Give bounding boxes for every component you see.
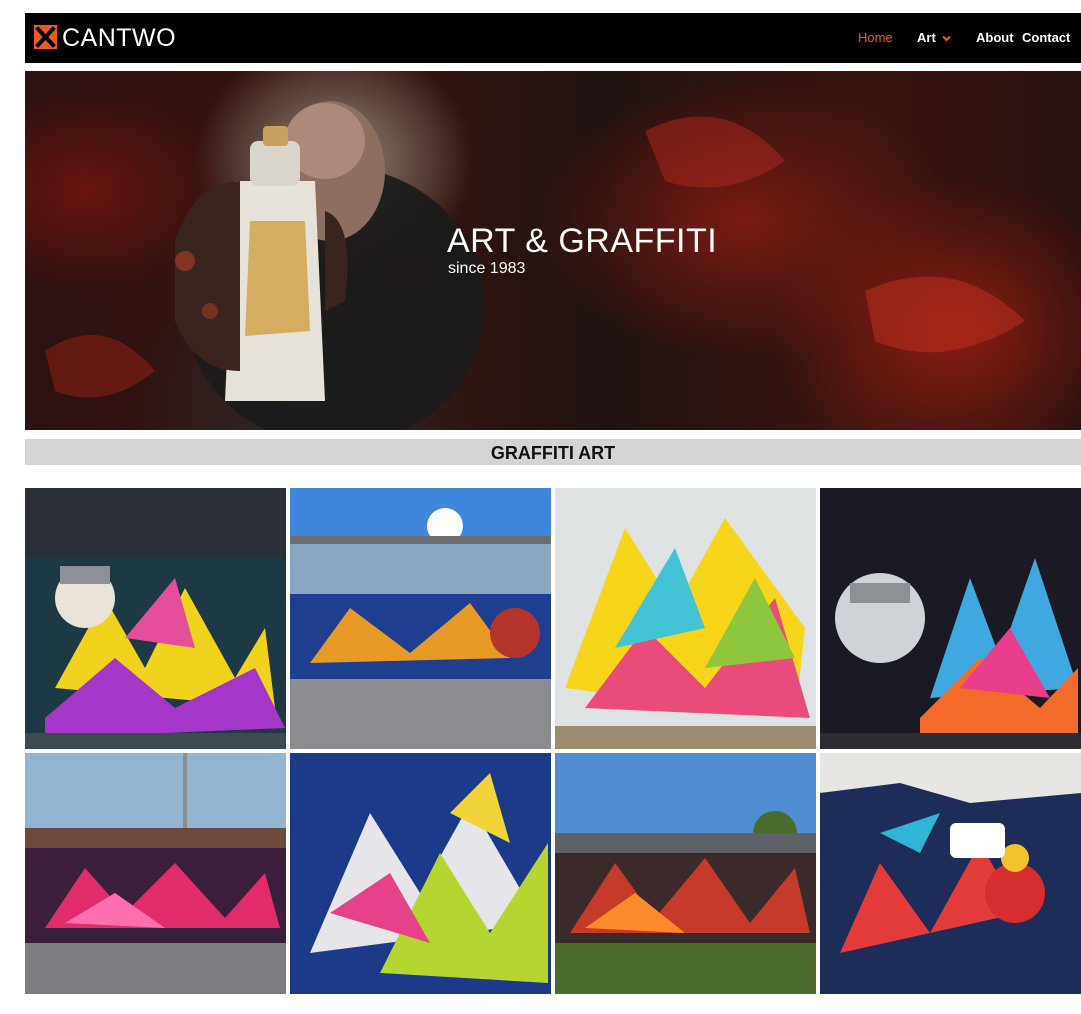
- graffiti-image: [555, 488, 816, 749]
- graffiti-image: [25, 753, 286, 994]
- nav-item-art[interactable]: Art: [917, 27, 951, 49]
- gallery-tile-1[interactable]: [25, 488, 286, 749]
- nav-item-about[interactable]: About: [976, 27, 1014, 49]
- graffiti-image: [25, 488, 286, 749]
- section-header: GRAFFITI ART: [25, 439, 1081, 465]
- nav-item-art-label: Art: [917, 30, 936, 45]
- graffiti-image: [820, 488, 1081, 749]
- main-nav: Home Art About Contact: [25, 27, 1081, 49]
- gallery-tile-2[interactable]: [290, 488, 551, 749]
- graffiti-image: [290, 488, 551, 749]
- graffiti-image: [820, 753, 1081, 994]
- nav-item-home[interactable]: Home: [858, 27, 893, 49]
- chevron-down-icon: [942, 35, 951, 42]
- site-header: CANTWO Home Art About Contact: [25, 13, 1081, 63]
- gallery-grid: [25, 488, 1081, 994]
- gallery-tile-7[interactable]: [555, 753, 816, 1014]
- gallery-tile-3[interactable]: [555, 488, 816, 749]
- section-title: GRAFFITI ART: [490, 443, 616, 463]
- hero-title: ART & GRAFFITI: [447, 222, 718, 260]
- graffiti-image: [555, 753, 816, 994]
- nav-item-contact[interactable]: Contact: [1022, 27, 1070, 49]
- hero-subtitle: since 1983: [448, 260, 526, 277]
- graffiti-image: [290, 753, 551, 994]
- gallery-tile-8[interactable]: [820, 753, 1081, 1014]
- hero-banner: ART & GRAFFITI since 1983: [25, 71, 1081, 430]
- gallery-tile-5[interactable]: [25, 753, 286, 1014]
- gallery-tile-6[interactable]: [290, 753, 551, 1014]
- gallery-tile-4[interactable]: [820, 488, 1081, 749]
